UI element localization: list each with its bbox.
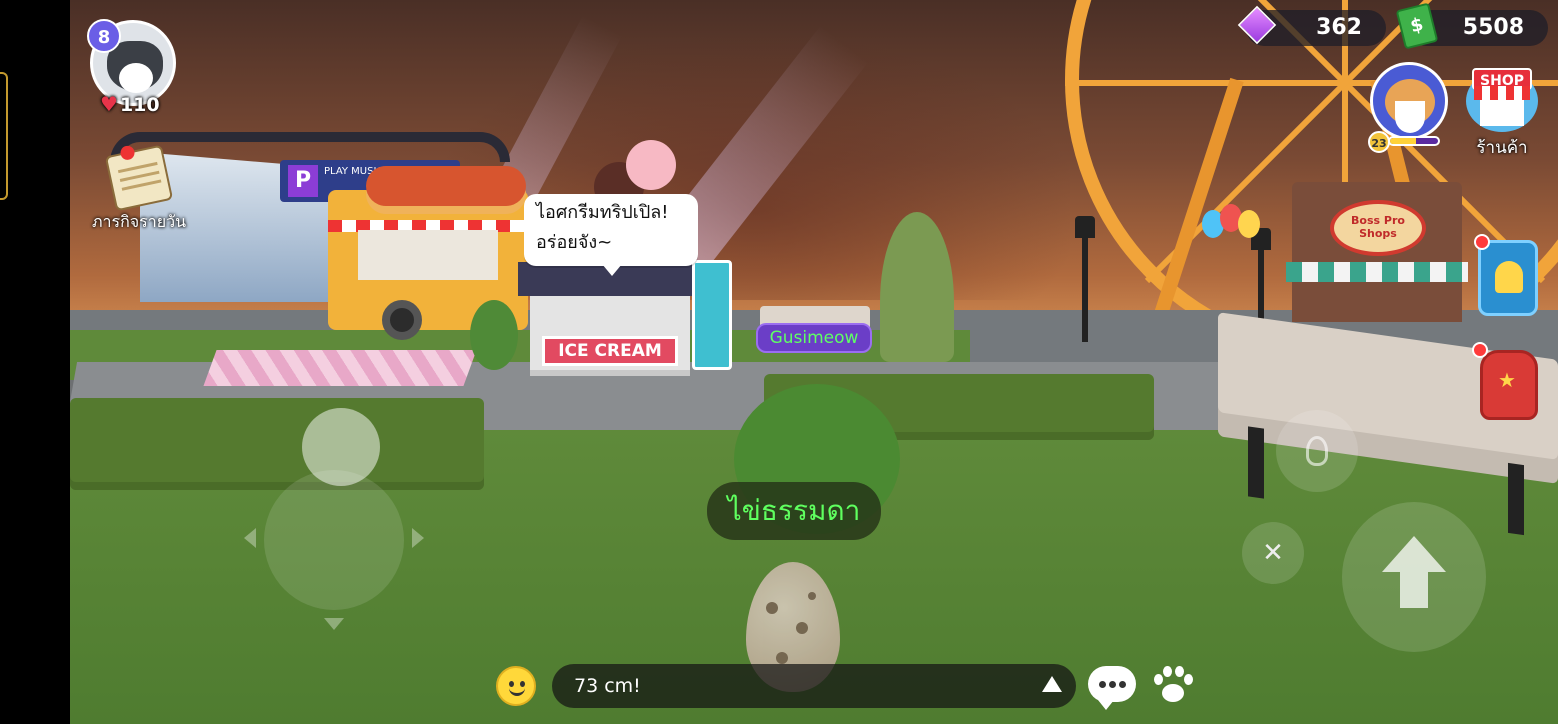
star-icon: ★	[1498, 368, 1516, 392]
street-lamp	[1075, 216, 1095, 342]
joystick-down-arrow-icon	[324, 618, 344, 630]
joystick-right-arrow-icon	[412, 528, 424, 548]
cash-counter[interactable]: $ 5508	[1395, 2, 1548, 50]
pet-portrait-button[interactable]	[1370, 62, 1448, 140]
device-left-bezel	[0, 0, 70, 724]
joystick-thumb[interactable]	[302, 408, 380, 486]
daily-quest-label: ภารกิจรายวัน	[91, 212, 187, 231]
store-icon: SHOP	[1466, 68, 1538, 132]
boss-shop-sign: Boss Pro Shops	[1330, 200, 1426, 256]
close-icon: ✕	[1262, 538, 1284, 568]
smiley-icon	[509, 681, 514, 687]
bell-icon	[1495, 261, 1523, 293]
hearts-counter: ♥ 110	[100, 92, 160, 116]
chat-bubble-icon	[1099, 681, 1106, 688]
npc-speech-bubble: ไอศกรีมทริปเปิล! อร่อยจัง~	[524, 194, 698, 276]
ice-cream-stand[interactable]: ICE CREAM	[530, 296, 690, 376]
gem-counter[interactable]: 362	[1237, 5, 1386, 46]
held-item-label: ไข่ธรรมดา	[707, 482, 881, 540]
movement-joystick[interactable]	[244, 470, 424, 630]
hedge	[70, 398, 484, 490]
close-button[interactable]: ✕	[1242, 522, 1304, 584]
ice-cream-poster	[692, 260, 732, 370]
action-button[interactable]	[1276, 410, 1358, 492]
bell-interact-icon	[1306, 436, 1328, 466]
up-arrow-icon	[1382, 536, 1446, 572]
ice-cream-stand-sign: ICE CREAM	[542, 336, 678, 366]
notification-button[interactable]	[1478, 240, 1538, 316]
hearts-value: 110	[119, 94, 160, 116]
scroll-icon	[104, 144, 174, 212]
pet-action-button[interactable]	[1150, 664, 1194, 708]
paw-icon	[1162, 684, 1184, 702]
hotdog-sign	[366, 166, 526, 206]
truck-wheel	[382, 300, 422, 340]
picnic-blanket	[203, 350, 477, 386]
chat-input-value: 73 cm!	[574, 675, 641, 697]
shop-label: ร้านค้า	[1476, 138, 1528, 158]
speech-line-2: อร่อยจัง~	[536, 232, 613, 253]
pet-xp-bar	[1388, 136, 1440, 146]
side-pull-tab[interactable]	[0, 72, 8, 200]
cash-value: 5508	[1462, 15, 1524, 40]
game-viewport[interactable]: P PLAY MUSIC FESTIVAL ICE CREAM Boss Pro…	[70, 0, 1558, 724]
player-name-tag: Gusimeow	[756, 323, 872, 353]
heart-icon: ♥	[100, 92, 118, 116]
pet-xp-fill	[1390, 138, 1417, 144]
jump-button[interactable]	[1342, 502, 1486, 652]
joystick-left-arrow-icon	[244, 528, 256, 548]
gem-value: 362	[1316, 15, 1362, 40]
speech-line-1: ไอศกรีมทริปเปิล!	[536, 202, 669, 223]
emoji-button[interactable]	[496, 666, 536, 706]
bush	[470, 300, 518, 370]
chat-expand-arrow-icon[interactable]	[1042, 676, 1062, 692]
notification-dot	[1474, 234, 1490, 250]
daily-quest-button[interactable]: ภารกิจรายวัน	[84, 144, 194, 235]
chat-button[interactable]	[1088, 666, 1136, 710]
backpack-notification-dot	[1472, 342, 1488, 358]
player-level-badge: 8	[87, 19, 121, 53]
shop-button[interactable]: SHOP ร้านค้า	[1464, 68, 1540, 161]
boss-pro-shop[interactable]: Boss Pro Shops	[1286, 182, 1468, 322]
chat-input[interactable]: 73 cm!	[552, 664, 1076, 708]
pet-level-badge: 23	[1368, 131, 1390, 153]
balloon	[1238, 210, 1260, 238]
